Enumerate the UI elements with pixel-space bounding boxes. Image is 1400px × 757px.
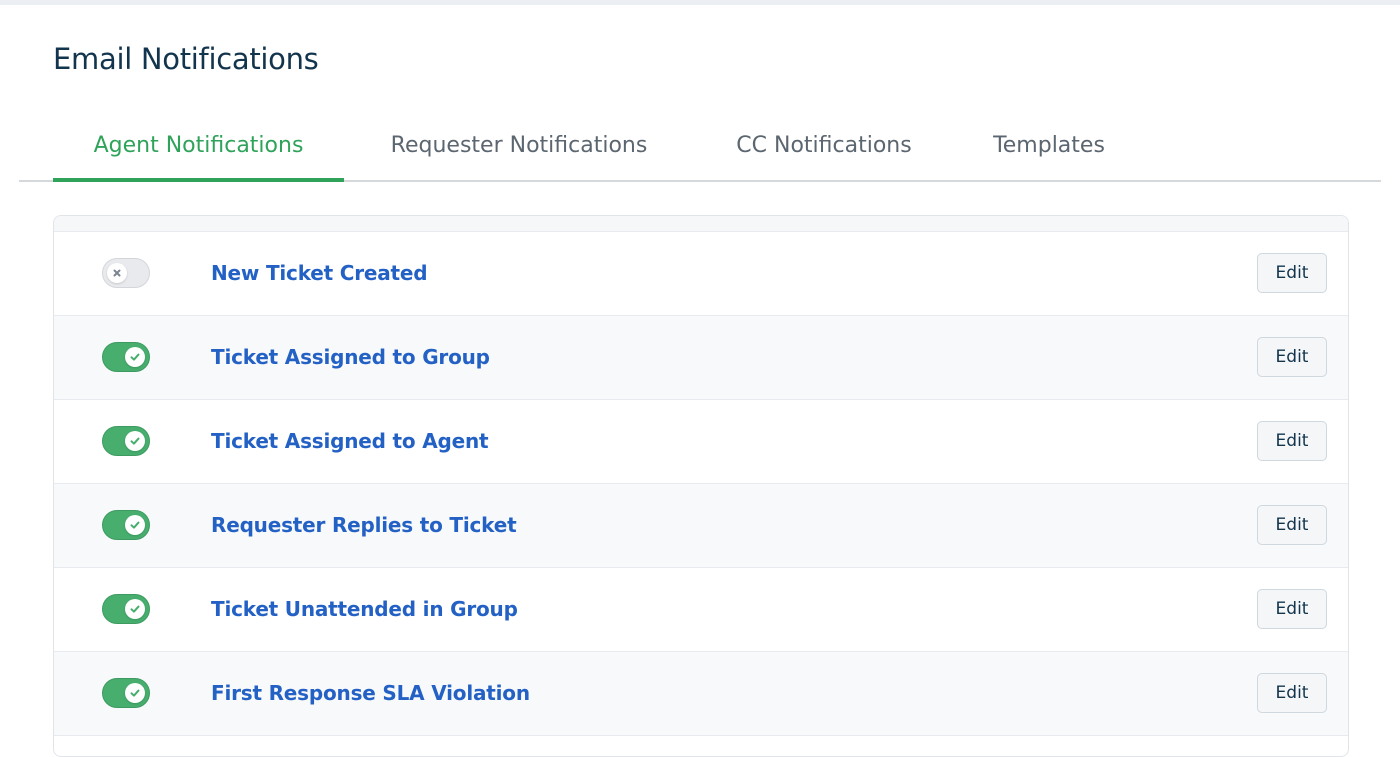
notification-title-link[interactable]: New Ticket Created xyxy=(211,232,428,315)
notification-title-link[interactable]: Ticket Assigned to Group xyxy=(211,316,490,399)
edit-button[interactable]: Edit xyxy=(1257,337,1327,377)
notification-toggle[interactable] xyxy=(102,258,150,288)
notification-title-link[interactable]: Ticket Unattended in Group xyxy=(211,568,518,651)
toggle-knob xyxy=(125,515,145,535)
notification-row: Requester Replies to Ticket Edit xyxy=(54,484,1348,568)
tab-cc-notifications[interactable]: CC Notifications xyxy=(709,118,939,180)
check-icon xyxy=(129,687,141,699)
page-title: Email Notifications xyxy=(53,42,319,76)
notification-toggle[interactable] xyxy=(102,342,150,372)
x-icon xyxy=(112,268,122,278)
toggle-knob xyxy=(125,599,145,619)
edit-button[interactable]: Edit xyxy=(1257,421,1327,461)
notification-row: Ticket Unattended in Group Edit xyxy=(54,568,1348,652)
toggle-knob xyxy=(125,431,145,451)
edit-button[interactable]: Edit xyxy=(1257,673,1327,713)
check-icon xyxy=(129,435,141,447)
notification-toggle[interactable] xyxy=(102,594,150,624)
toggle-knob xyxy=(125,683,145,703)
top-bar xyxy=(0,0,1400,5)
tab-templates[interactable]: Templates xyxy=(974,118,1124,180)
edit-button[interactable]: Edit xyxy=(1257,505,1327,545)
notification-row: First Response SLA Violation Edit xyxy=(54,652,1348,736)
notifications-panel: New Ticket Created Edit Ticket Assigned to… xyxy=(53,215,1349,757)
notification-row: New Ticket Created Edit xyxy=(54,232,1348,316)
notification-title-link[interactable]: Ticket Assigned to Agent xyxy=(211,400,489,483)
notification-toggle[interactable] xyxy=(102,426,150,456)
edit-button[interactable]: Edit xyxy=(1257,253,1327,293)
check-icon xyxy=(129,603,141,615)
check-icon xyxy=(129,351,141,363)
tab-agent-notifications[interactable]: Agent Notifications xyxy=(53,118,344,182)
tab-requester-notifications[interactable]: Requester Notifications xyxy=(364,118,674,180)
edit-button[interactable]: Edit xyxy=(1257,589,1327,629)
check-icon xyxy=(129,519,141,531)
tab-bar: Agent Notifications Requester Notificati… xyxy=(19,118,1381,182)
notification-title-link[interactable]: First Response SLA Violation xyxy=(211,652,530,735)
toggle-knob xyxy=(107,263,127,283)
notification-row: Ticket Assigned to Agent Edit xyxy=(54,400,1348,484)
notification-toggle[interactable] xyxy=(102,510,150,540)
notification-toggle[interactable] xyxy=(102,678,150,708)
panel-header xyxy=(54,216,1348,232)
notification-title-link[interactable]: Requester Replies to Ticket xyxy=(211,484,517,567)
toggle-knob xyxy=(125,347,145,367)
notification-row: Ticket Assigned to Group Edit xyxy=(54,316,1348,400)
